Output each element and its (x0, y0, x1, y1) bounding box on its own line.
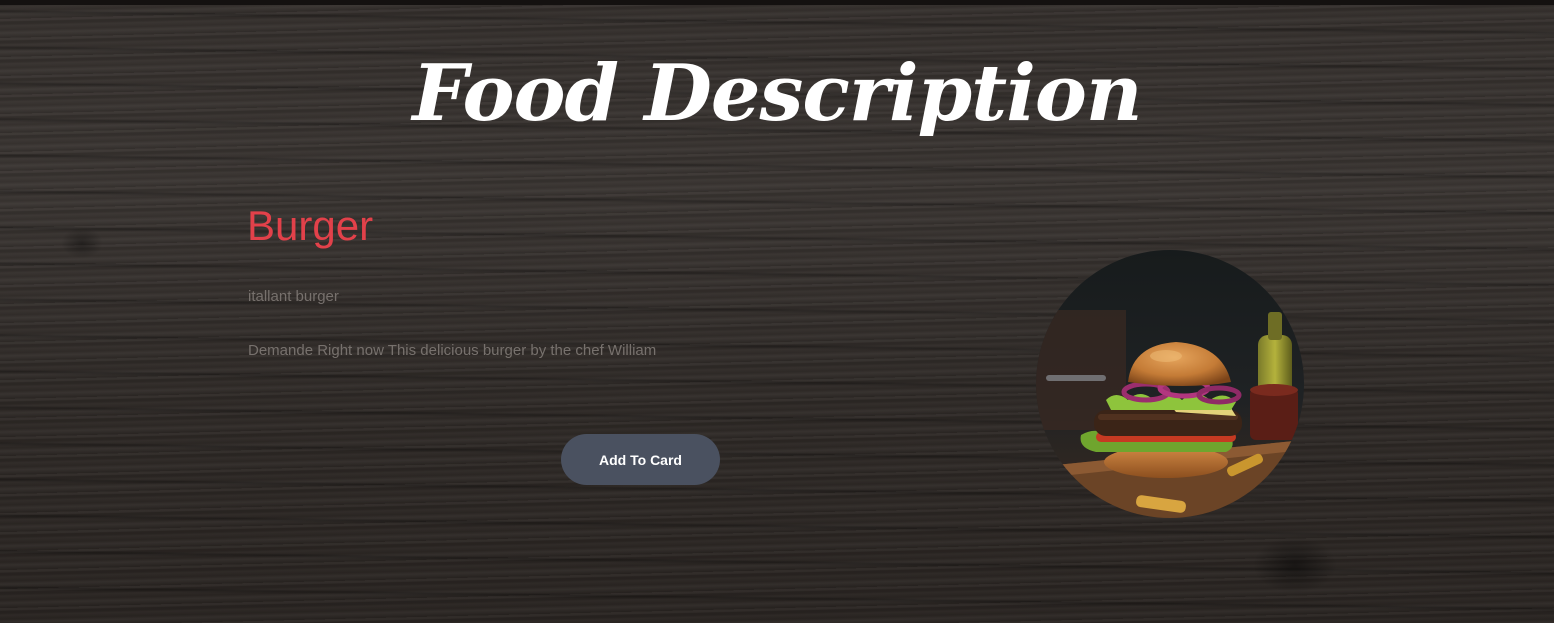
burger-photo (1036, 250, 1304, 518)
page-title: Food Description (412, 48, 1142, 139)
food-name: Burger (247, 202, 374, 249)
top-edge-shadow (0, 0, 1554, 5)
add-to-card-button[interactable]: Add To Card (561, 434, 720, 485)
food-description: Demande Right now This delicious burger … (248, 342, 657, 359)
burger-illustration (1036, 250, 1304, 518)
food-subtitle: itallant burger (248, 288, 339, 305)
